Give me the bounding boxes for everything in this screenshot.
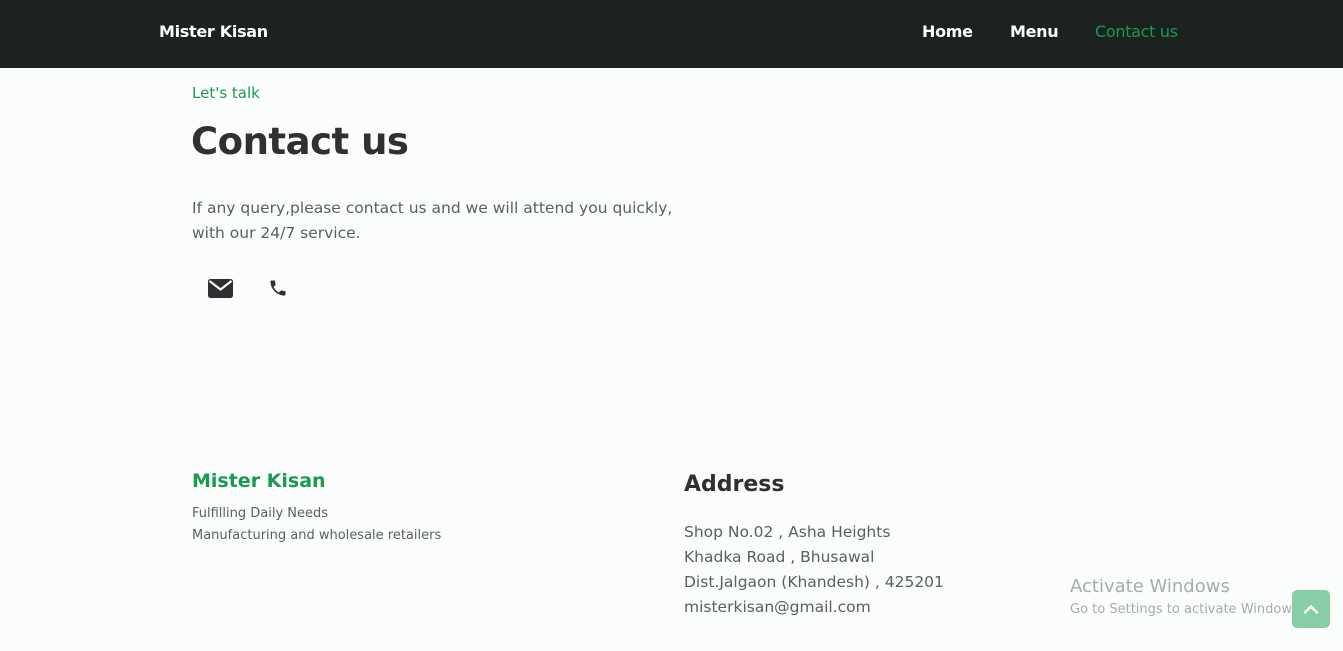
- footer-tagline: Manufacturing and wholesale retailers: [192, 528, 442, 543]
- nav-link-menu[interactable]: Menu: [1010, 22, 1059, 41]
- email-button[interactable]: [203, 273, 237, 303]
- nav-link-contact[interactable]: Contact us: [1095, 22, 1178, 41]
- section-eyebrow: Let's talk: [192, 84, 260, 102]
- footer-tagline: Fulfilling Daily Needs: [192, 506, 329, 521]
- page-title: Contact us: [191, 120, 409, 163]
- activate-windows-title: Activate Windows: [1070, 576, 1230, 597]
- address-line: Khadka Road , Bhusawal: [684, 548, 875, 566]
- phone-button[interactable]: [261, 273, 295, 303]
- address-line: Dist.Jalgaon (Khandesh) , 425201: [684, 573, 944, 591]
- contact-intro: If any query,please contact us and we wi…: [192, 196, 712, 246]
- address-email: misterkisan@gmail.com: [684, 598, 871, 616]
- intro-line-1: If any query,please contact us and we wi…: [192, 199, 673, 217]
- navbar: Mister Kisan Home Menu Contact us: [0, 0, 1343, 68]
- navbar-brand[interactable]: Mister Kisan: [159, 22, 268, 41]
- intro-line-2: with our 24/7 service.: [192, 224, 361, 242]
- scroll-to-top-button[interactable]: [1292, 590, 1330, 628]
- nav-link-home[interactable]: Home: [922, 22, 973, 41]
- activate-windows-subtitle: Go to Settings to activate Windows.: [1070, 602, 1303, 617]
- chevron-up-icon: [1303, 605, 1319, 614]
- footer-brand: Mister Kisan: [192, 470, 326, 492]
- phone-icon: [270, 280, 286, 296]
- address-line: Shop No.02 , Asha Heights: [684, 523, 891, 541]
- address-heading: Address: [684, 472, 785, 497]
- envelope-icon: [207, 278, 233, 298]
